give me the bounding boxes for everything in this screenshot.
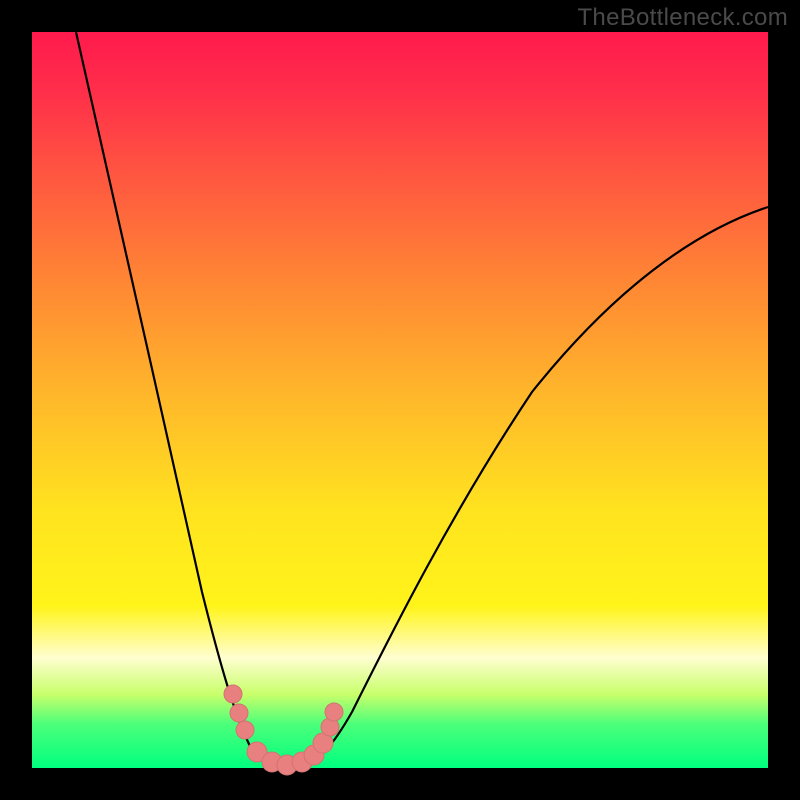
bottleneck-curve	[76, 32, 768, 767]
marker-dot	[236, 721, 254, 739]
marker-dot	[224, 685, 242, 703]
marker-dot	[230, 704, 248, 722]
chart-frame: TheBottleneck.com	[0, 0, 800, 800]
right-curve-path	[304, 207, 768, 765]
watermark-text: TheBottleneck.com	[577, 4, 788, 32]
marker-dot	[325, 703, 343, 721]
valley-markers-group	[224, 685, 343, 775]
left-curve-path	[76, 32, 274, 765]
chart-svg	[32, 32, 768, 768]
